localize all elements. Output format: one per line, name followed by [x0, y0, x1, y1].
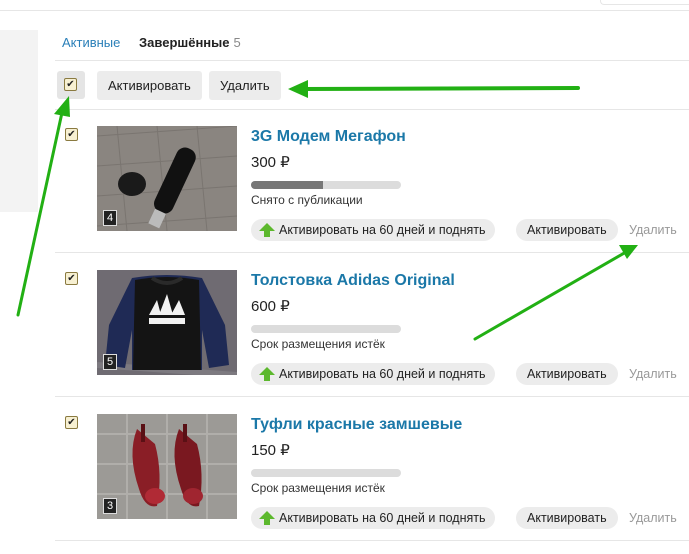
- tab-completed-label: Завершённые: [139, 35, 230, 50]
- tab-completed[interactable]: Завершённые 5: [139, 35, 241, 50]
- item-photo[interactable]: 4: [97, 126, 237, 231]
- activate-and-raise-button[interactable]: Активировать на 60 дней и поднять: [251, 219, 496, 241]
- item-checkbox[interactable]: ✔: [65, 272, 78, 285]
- item-checkbox[interactable]: ✔: [65, 416, 78, 429]
- bulk-activate-button[interactable]: Активировать: [97, 71, 202, 100]
- item-title[interactable]: 3G Модем Мегафон: [251, 128, 406, 146]
- bulk-delete-button[interactable]: Удалить: [209, 71, 281, 100]
- annotation-arrowhead-bulk-buttons: [288, 80, 308, 98]
- item-price: 600 ₽: [251, 298, 290, 315]
- item-photo[interactable]: 5: [97, 270, 237, 375]
- listing-item: ✔ 3 Туфли красные замшевые 150 ₽ Срок ра…: [55, 414, 689, 554]
- delete-link[interactable]: Удалить: [629, 507, 677, 529]
- item-price: 150 ₽: [251, 442, 290, 459]
- item-photo[interactable]: 3: [97, 414, 237, 519]
- header-corner: [600, 0, 689, 5]
- item-status: Срок размещения истёк: [251, 337, 385, 351]
- activate-and-raise-label: Активировать на 60 дней и поднять: [279, 511, 486, 525]
- arrow-up-icon: [259, 223, 275, 237]
- activate-button[interactable]: Активировать: [516, 363, 618, 385]
- activate-button[interactable]: Активировать: [516, 507, 618, 529]
- item-progress-bar: [251, 469, 401, 477]
- toolbar-divider: [55, 109, 689, 110]
- photo-count-badge: 5: [103, 354, 118, 370]
- photo-count-badge: 4: [103, 210, 118, 226]
- select-all-wrapper: ✔: [57, 71, 85, 99]
- tab-active[interactable]: Активные: [62, 35, 120, 50]
- activate-and-raise-label: Активировать на 60 дней и поднять: [279, 367, 486, 381]
- item-divider: [55, 396, 689, 397]
- arrow-up-icon: [259, 511, 275, 525]
- listing-item: ✔ 5 Толстовка Adidas Original 600 ₽ Срок…: [55, 270, 689, 410]
- photo-count-badge: 3: [103, 498, 118, 514]
- item-divider: [55, 252, 689, 253]
- tabs-divider: [55, 60, 689, 61]
- select-all-checkbox[interactable]: ✔: [64, 78, 77, 91]
- tab-completed-count: 5: [233, 35, 241, 50]
- activate-button[interactable]: Активировать: [516, 219, 618, 241]
- annotation-arrow-to-bulk-buttons: [301, 86, 580, 91]
- delete-link[interactable]: Удалить: [629, 219, 677, 241]
- activate-and-raise-button[interactable]: Активировать на 60 дней и поднять: [251, 363, 496, 385]
- item-price: 300 ₽: [251, 154, 290, 171]
- header-divider: [0, 10, 689, 11]
- item-checkbox[interactable]: ✔: [65, 128, 78, 141]
- delete-link[interactable]: Удалить: [629, 363, 677, 385]
- status-tabs: Активные Завершённые 5: [62, 35, 241, 50]
- item-title[interactable]: Толстовка Adidas Original: [251, 272, 455, 290]
- item-progress-fill: [251, 181, 323, 189]
- item-title[interactable]: Туфли красные замшевые: [251, 416, 462, 434]
- item-status: Срок размещения истёк: [251, 481, 385, 495]
- item-status: Снято с публикации: [251, 193, 363, 207]
- sidebar-panel: [0, 30, 38, 212]
- item-progress-bar: [251, 181, 401, 189]
- activate-and-raise-label: Активировать на 60 дней и поднять: [279, 223, 486, 237]
- activate-and-raise-button[interactable]: Активировать на 60 дней и поднять: [251, 507, 496, 529]
- annotation-arrowhead-select-all: [54, 96, 70, 117]
- arrow-up-icon: [259, 367, 275, 381]
- listing-item: ✔ 4 3G Модем Мегафон 300 ₽ Снято с публи…: [55, 126, 689, 266]
- item-progress-bar: [251, 325, 401, 333]
- item-divider: [55, 540, 689, 541]
